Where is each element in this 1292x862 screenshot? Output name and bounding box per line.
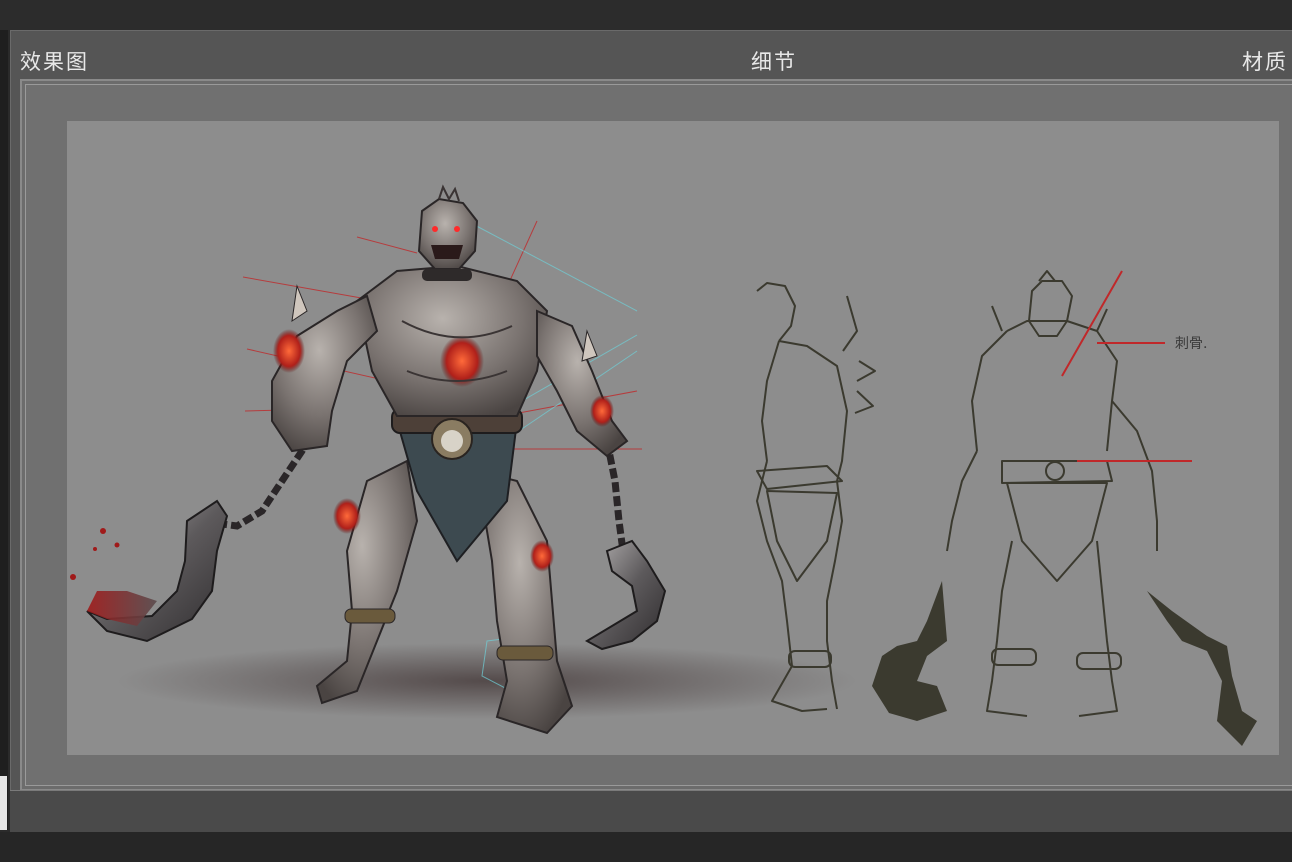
figure-head	[417, 184, 479, 281]
bottom-bar	[0, 832, 1292, 862]
header-details: 细节	[751, 50, 797, 74]
left-edge-highlight	[0, 776, 7, 830]
annotation-label-spine-bone: 刺骨.	[1175, 336, 1208, 352]
left-edge-strip	[0, 30, 8, 830]
sketch-annotation-lines	[1061, 270, 1192, 462]
top-bar	[0, 0, 1292, 30]
bottom-band	[10, 790, 1292, 833]
header-row: 效果图 细节 材质	[11, 31, 1292, 79]
presentation-panel: 效果图 细节 材质 刺骨.	[10, 30, 1292, 832]
left-chain-weapon	[70, 409, 321, 643]
header-material: 材质	[1242, 50, 1288, 74]
header-render: 效果图	[20, 50, 89, 74]
artwork-canvas: 刺骨.	[67, 121, 1279, 755]
figure-torso	[355, 264, 549, 417]
sketch-side-view	[756, 282, 876, 712]
right-chain-weapon	[584, 440, 667, 651]
stage: 效果图 细节 材质 刺骨.	[0, 0, 1292, 862]
artwork-illustration	[70, 184, 1257, 746]
ground-shadow	[117, 643, 857, 719]
